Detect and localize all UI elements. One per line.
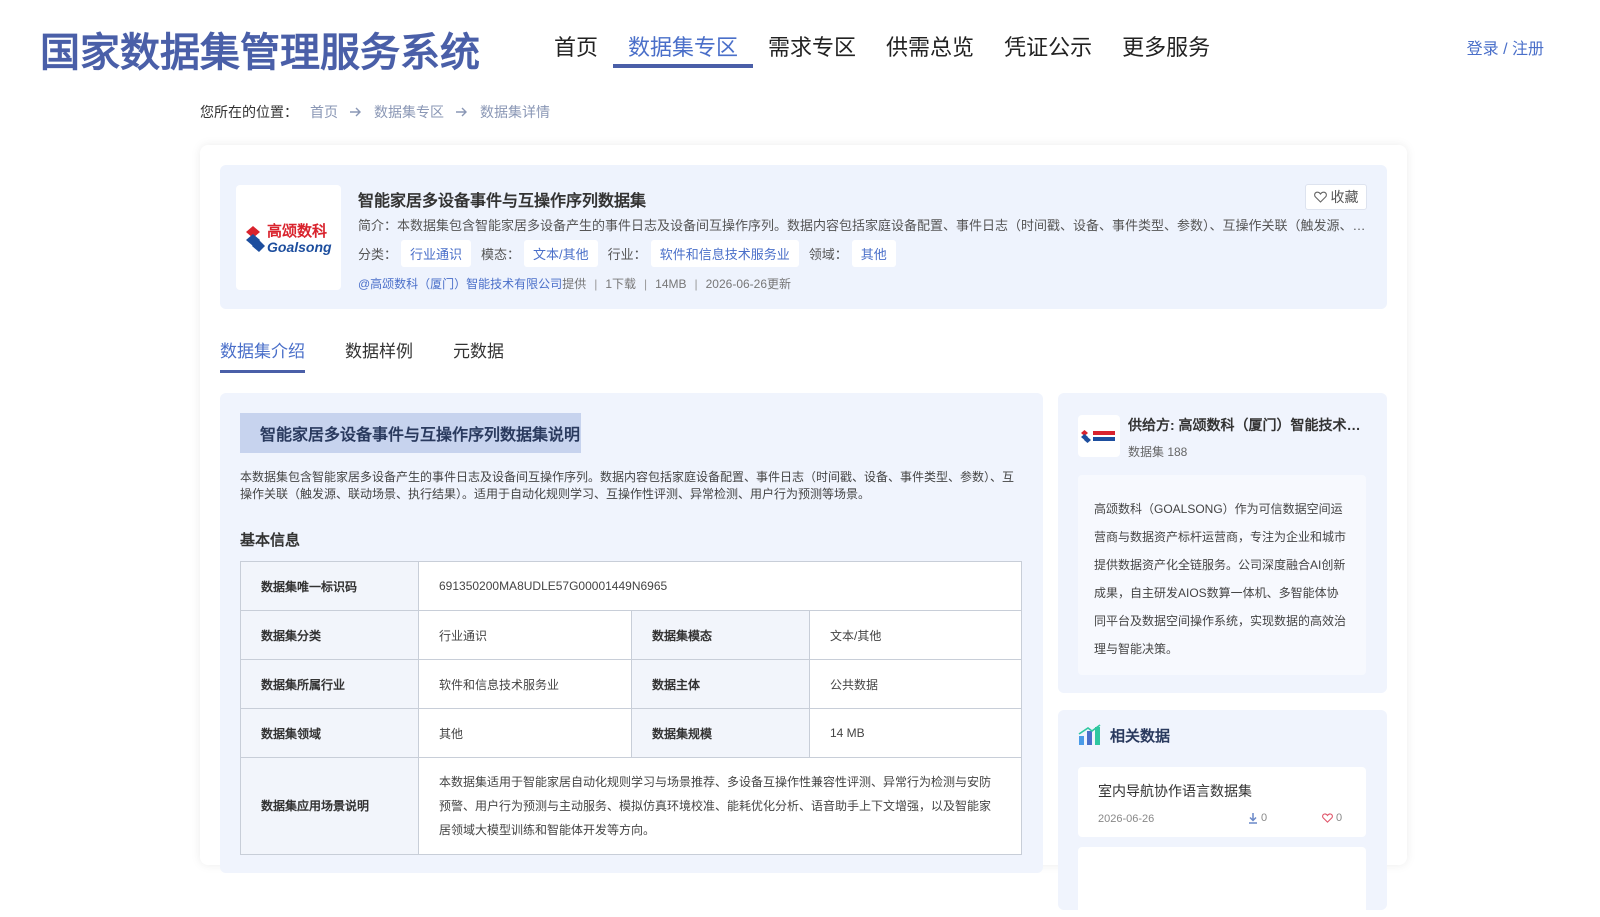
related-item[interactable]: 室内导航协作语言数据集 2026-06-26 0 0: [1078, 767, 1366, 837]
industry-value: 软件和信息技术服务业: [418, 659, 632, 709]
updated-date: 2026-06-26更新: [705, 277, 792, 291]
basic-info-title: 基本信息: [240, 532, 301, 549]
basic-info-table: 数据集唯一标识码 691350200MA8UDLE57G00001449N696…: [240, 561, 1022, 855]
table-row: 数据集领域 其他 数据集规模 14 MB: [240, 708, 1022, 758]
dataset-summary: 高颂数科 Goalsong 智能家居多设备事件与互操作序列数据集 收藏 简介：本…: [220, 165, 1387, 309]
dataset-description: 简介：本数据集包含智能家居多设备产生的事件日志及设备间互操作序列。数据内容包括家…: [358, 218, 1373, 233]
site-title[interactable]: 国家数据集管理服务系统: [40, 20, 480, 78]
arrow-right-icon: [456, 104, 468, 120]
breadcrumb: 您所在的位置： 首页 数据集专区 数据集详情: [200, 102, 550, 122]
meta-separator: |: [594, 276, 598, 291]
introduction-panel: 智能家居多设备事件与互操作序列数据集说明 本数据集包含智能家居多设备产生的事件日…: [220, 393, 1043, 873]
provider-card-logo: [1078, 415, 1120, 457]
meta-separator: |: [644, 276, 648, 291]
related-item-likes: 0: [1322, 812, 1342, 824]
breadcrumb-prefix: 您所在的位置：: [200, 104, 298, 120]
heart-icon: [1322, 813, 1333, 823]
scale-label: 数据集规模: [631, 708, 810, 758]
dataset-title: 智能家居多设备事件与互操作序列数据集: [358, 193, 647, 210]
intro-text: 本数据集包含智能家居多设备产生的事件日志及设备间互操作序列。数据内容包括家庭设备…: [240, 470, 1015, 501]
dataset-meta: @高颂数科（厦门）智能技术有限公司 提供 | 1下载 | 14MB | 2026…: [358, 275, 791, 292]
dataset-detail-panel: 高颂数科 Goalsong 智能家居多设备事件与互操作序列数据集 收藏 简介：本…: [200, 145, 1407, 917]
provider-link[interactable]: @高颂数科（厦门）智能技术有限公司: [358, 275, 562, 292]
domain-value: 其他: [418, 708, 632, 758]
modality-label: 模态：: [481, 247, 521, 262]
goalsong-logo-icon: [245, 225, 265, 252]
login-link[interactable]: 登录: [1467, 41, 1499, 58]
nav-overview[interactable]: 供需总览: [871, 20, 989, 68]
dataset-tags: 分类： 行业通识 模态： 文本/其他 行业： 软件和信息技术服务业 领域： 其他: [358, 240, 906, 267]
provider-name[interactable]: 供给方: 高颂数科（厦门）智能技术有限公司: [1128, 415, 1363, 435]
logo-en-text: Goalsong: [267, 239, 332, 255]
tab-samples[interactable]: 数据样例: [345, 337, 413, 373]
download-icon: [1249, 812, 1257, 824]
category-tag[interactable]: 行业通识: [401, 240, 472, 267]
heart-icon: [1313, 191, 1327, 203]
uid-label: 数据集唯一标识码: [240, 561, 419, 611]
category-label: 数据集分类: [240, 610, 419, 660]
industry-tag[interactable]: 软件和信息技术服务业: [650, 240, 799, 267]
nav-certificates[interactable]: 凭证公示: [989, 20, 1107, 68]
table-row: 数据集应用场景说明 本数据集适用于智能家居自动化规则学习与场景推荐、多设备互操作…: [240, 757, 1022, 855]
related-item-next[interactable]: [1078, 847, 1366, 917]
detail-tabs: 数据集介绍 数据样例 元数据: [220, 337, 544, 373]
auth-separator: /: [1498, 41, 1512, 58]
modality-tag[interactable]: 文本/其他: [524, 240, 598, 267]
modality-label: 数据集模态: [631, 610, 810, 660]
breadcrumb-current: 数据集详情: [480, 104, 550, 120]
nav-demands[interactable]: 需求专区: [753, 20, 871, 68]
header: 国家数据集管理服务系统 首页 数据集专区 需求专区 供需总览 凭证公示 更多服务…: [0, 0, 1600, 88]
domain-tag[interactable]: 其他: [851, 240, 896, 267]
nav-more-services[interactable]: 更多服务: [1107, 20, 1225, 68]
tab-introduction[interactable]: 数据集介绍: [220, 337, 305, 373]
table-row: 数据集唯一标识码 691350200MA8UDLE57G00001449N696…: [240, 561, 1022, 611]
related-title: 相关数据: [1110, 727, 1171, 745]
industry-label: 行业：: [607, 247, 647, 262]
arrow-right-icon: [350, 104, 362, 120]
related-item-download-count: 0: [1261, 812, 1268, 824]
provider-description: 高颂数科（GOALSONG）作为可信数据空间运营商与数据资产标杆运营商，专注为企…: [1078, 475, 1366, 675]
favorite-label: 收藏: [1330, 189, 1359, 205]
scenario-label: 数据集应用场景说明: [240, 757, 419, 855]
domain-label: 领域：: [808, 247, 848, 262]
modality-value: 文本/其他: [809, 610, 1022, 660]
scenario-value: 本数据集适用于智能家居自动化规则学习与场景推荐、多设备互操作性兼容性评测、异常行…: [418, 757, 1022, 855]
category-value: 行业通识: [418, 610, 632, 660]
logo-cn-text: 高颂数科: [267, 222, 327, 240]
category-label: 分类：: [358, 247, 398, 262]
tab-metadata[interactable]: 元数据: [453, 337, 504, 373]
scale-value: 14 MB: [809, 708, 1022, 758]
auth-links: 登录 / 注册: [1467, 35, 1544, 59]
nav-datasets[interactable]: 数据集专区: [613, 20, 754, 68]
main-nav: 首页 数据集专区 需求专区 供需总览 凭证公示 更多服务: [539, 20, 1225, 68]
subject-value: 公共数据: [809, 659, 1022, 709]
provider-card: 供给方: 高颂数科（厦门）智能技术有限公司 数据集 188 高颂数科（GOALS…: [1058, 393, 1387, 693]
related-data-card: 相关数据 室内导航协作语言数据集 2026-06-26 0 0: [1058, 710, 1387, 917]
provider-logo: 高颂数科 Goalsong: [236, 185, 341, 290]
breadcrumb-datasets[interactable]: 数据集专区: [374, 102, 444, 122]
register-link[interactable]: 注册: [1512, 41, 1544, 58]
meta-separator: |: [694, 276, 698, 291]
provider-dataset-count: 数据集 188: [1128, 445, 1188, 459]
breadcrumb-home[interactable]: 首页: [310, 102, 338, 122]
nav-home[interactable]: 首页: [539, 20, 613, 68]
related-item-title[interactable]: 室内导航协作语言数据集: [1098, 781, 1252, 801]
provider-suffix: 提供: [562, 277, 587, 291]
related-item-date: 2026-06-26: [1098, 813, 1155, 825]
favorite-button[interactable]: 收藏: [1305, 184, 1367, 210]
section-title: 智能家居多设备事件与互操作序列数据集说明: [240, 413, 581, 453]
subject-label: 数据主体: [631, 659, 810, 709]
table-row: 数据集分类 行业通识 数据集模态 文本/其他: [240, 610, 1022, 660]
related-header: 相关数据: [1078, 724, 1170, 746]
uid-value: 691350200MA8UDLE57G00001449N6965: [418, 561, 1022, 611]
industry-label: 数据集所属行业: [240, 659, 419, 709]
related-item-like-count: 0: [1336, 812, 1343, 824]
related-item-downloads: 0: [1248, 812, 1267, 824]
download-count: 1下载: [605, 277, 637, 291]
table-row: 数据集所属行业 软件和信息技术服务业 数据主体 公共数据: [240, 659, 1022, 709]
bar-chart-icon: [1078, 724, 1101, 745]
dataset-size: 14MB: [655, 276, 687, 291]
domain-label: 数据集领域: [240, 708, 419, 758]
